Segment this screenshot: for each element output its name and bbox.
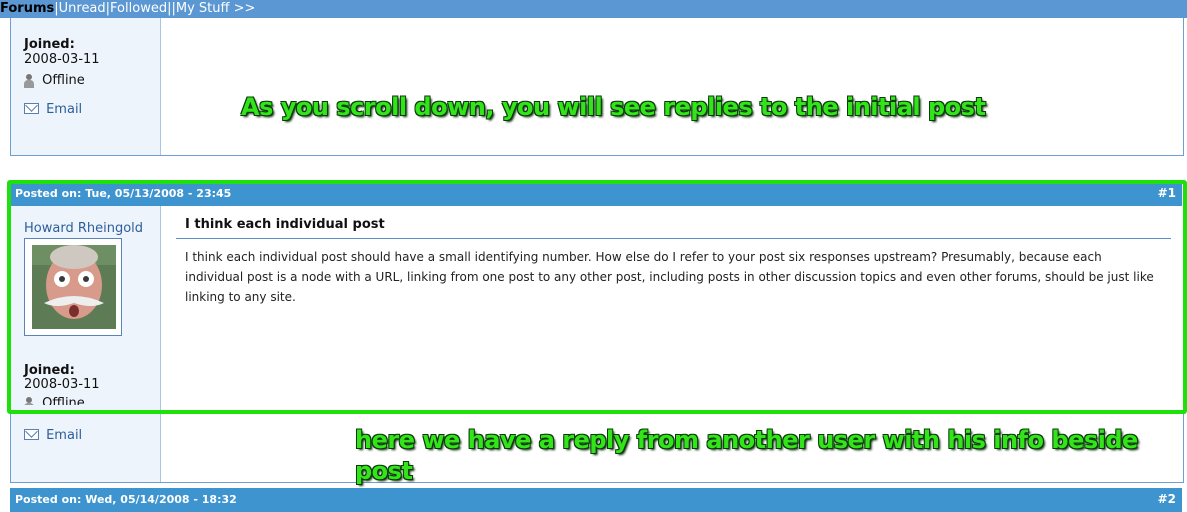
- post-date: Posted on: Tue, 05/13/2008 - 23:45: [15, 187, 232, 200]
- author-avatar[interactable]: [24, 238, 122, 336]
- email-label[interactable]: Email: [46, 102, 82, 117]
- email-label[interactable]: Email: [46, 428, 82, 443]
- email-link[interactable]: Email: [24, 424, 82, 443]
- post-header: Posted on: Tue, 05/13/2008 - 23:45 #1: [10, 182, 1182, 206]
- author-info-panel: Joined: 2008-03-11 Offline Email: [11, 18, 161, 155]
- post-header: Posted on: Wed, 05/14/2008 - 18:32 #2: [10, 488, 1182, 512]
- envelope-icon: [24, 103, 39, 114]
- post-number-link[interactable]: #1: [1158, 186, 1176, 200]
- envelope-icon: [24, 429, 39, 440]
- user-status-icon: [24, 396, 34, 405]
- joined-date: 2008-03-11: [24, 52, 100, 67]
- joined-label: Joined:: [24, 37, 75, 52]
- author-info-panel: Howard Rheingold Joined: 2008-03-11 Offl…: [11, 206, 161, 482]
- nav-my-stuff-link[interactable]: My Stuff >>: [176, 1, 256, 16]
- nav-followed-link[interactable]: Followed: [110, 1, 167, 16]
- author-name-link[interactable]: Howard Rheingold: [24, 221, 143, 236]
- post-title: I think each individual post: [176, 214, 1171, 239]
- post-number-link[interactable]: #2: [1158, 492, 1176, 506]
- post-body: I think each individual post should have…: [185, 250, 1154, 304]
- post-date: Posted on: Wed, 05/14/2008 - 18:32: [15, 493, 237, 506]
- face-photo-icon: [32, 245, 116, 329]
- initial-post: Joined: 2008-03-11 Offline Email: [10, 18, 1184, 156]
- nav-forums-link[interactable]: Forums: [0, 1, 54, 16]
- status-text: Offline: [42, 396, 85, 405]
- forum-nav-bar: Forums|Unread|Followed||My Stuff >>: [0, 0, 1187, 18]
- email-link[interactable]: Email: [24, 98, 82, 117]
- nav-unread-link[interactable]: Unread: [59, 1, 106, 16]
- online-status: Offline: [24, 73, 85, 88]
- online-status: Offline: [24, 396, 85, 405]
- user-status-icon: [24, 73, 34, 88]
- joined-date: 2008-03-11: [24, 377, 100, 392]
- annotation-scroll-hint: As you scroll down, you will see replies…: [241, 93, 986, 121]
- post-content: I think each individual post I think eac…: [176, 214, 1171, 307]
- annotation-reply-hint: here we have a reply from another user w…: [355, 426, 1138, 485]
- avatar-photo: [32, 245, 116, 329]
- status-text: Offline: [42, 73, 85, 88]
- joined-label: Joined:: [24, 363, 75, 378]
